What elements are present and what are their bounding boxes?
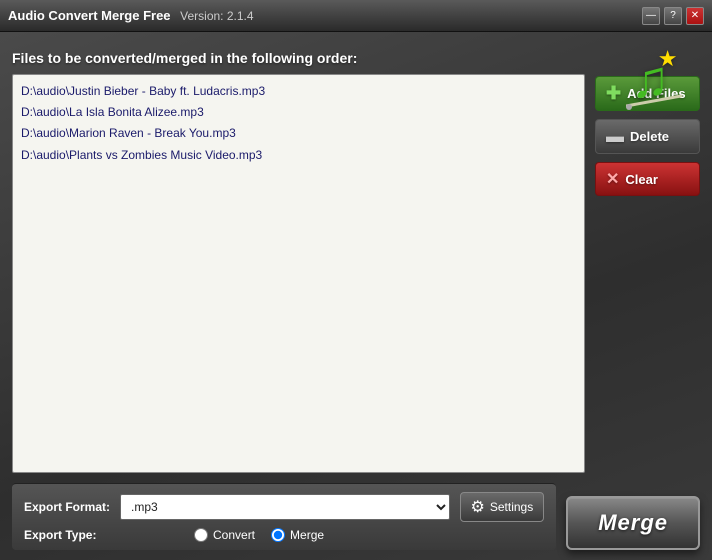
app-version: Version: 2.1.4	[180, 9, 253, 23]
list-item: D:\audio\Marion Raven - Break You.mp3	[19, 123, 578, 144]
export-format-select[interactable]: .mp3.wav.ogg.flac.aac.wma	[120, 494, 449, 520]
help-button[interactable]: ?	[664, 7, 682, 25]
merge-label: Merge	[598, 510, 668, 535]
radio-convert[interactable]: Convert	[194, 528, 255, 542]
export-type-row: Export Type: Convert Merge	[24, 528, 544, 542]
window-controls: — ? ✕	[642, 7, 704, 25]
side-buttons: ✚ Add Files ▬ Delete ✕ Clear	[595, 74, 700, 473]
minimize-button[interactable]: —	[642, 7, 660, 25]
gear-icon: ⚙	[471, 497, 485, 517]
bottom-section: Export Format: .mp3.wav.ogg.flac.aac.wma…	[12, 483, 700, 550]
header-label: Files to be converted/merged in the foll…	[12, 50, 700, 66]
settings-button[interactable]: ⚙ Settings	[460, 492, 545, 522]
bottom-left: Export Format: .mp3.wav.ogg.flac.aac.wma…	[12, 483, 556, 550]
radio-merge-input[interactable]	[271, 528, 285, 542]
clear-button[interactable]: ✕ Clear	[595, 162, 700, 196]
export-type-radio-group: Convert Merge	[194, 528, 324, 542]
wand-icon	[626, 94, 686, 110]
export-format-row: Export Format: .mp3.wav.ogg.flac.aac.wma…	[24, 492, 544, 522]
settings-label: Settings	[490, 500, 533, 514]
radio-convert-label: Convert	[213, 528, 255, 542]
clear-label: Clear	[625, 172, 658, 187]
star-icon: ★	[658, 46, 678, 72]
list-item: D:\audio\Justin Bieber - Baby ft. Ludacr…	[19, 81, 578, 102]
delete-label: Delete	[630, 129, 669, 144]
merge-button[interactable]: Merge	[566, 496, 700, 550]
list-item: D:\audio\Plants vs Zombies Music Video.m…	[19, 145, 578, 166]
titlebar: Audio Convert Merge Free Version: 2.1.4 …	[0, 0, 712, 32]
close-button[interactable]: ✕	[686, 7, 704, 25]
radio-merge[interactable]: Merge	[271, 528, 324, 542]
export-type-label: Export Type:	[24, 528, 104, 542]
minus-icon: ▬	[606, 126, 624, 147]
bottom-area: Export Format: .mp3.wav.ogg.flac.aac.wma…	[12, 483, 556, 550]
radio-merge-label: Merge	[290, 528, 324, 542]
export-format-label: Export Format:	[24, 500, 110, 514]
app-title-text: Audio Convert Merge Free	[8, 8, 171, 23]
content-area: D:\audio\Justin Bieber - Baby ft. Ludacr…	[12, 74, 700, 473]
delete-button[interactable]: ▬ Delete	[595, 119, 700, 154]
x-icon: ✕	[606, 169, 619, 189]
main-container: ♫ ★ Files to be converted/merged in the …	[0, 32, 712, 560]
file-list[interactable]: D:\audio\Justin Bieber - Baby ft. Ludacr…	[12, 74, 585, 473]
logo-area: ♫ ★	[600, 40, 700, 120]
radio-convert-input[interactable]	[194, 528, 208, 542]
list-item: D:\audio\La Isla Bonita Alizee.mp3	[19, 102, 578, 123]
app-title: Audio Convert Merge Free Version: 2.1.4	[8, 8, 642, 23]
